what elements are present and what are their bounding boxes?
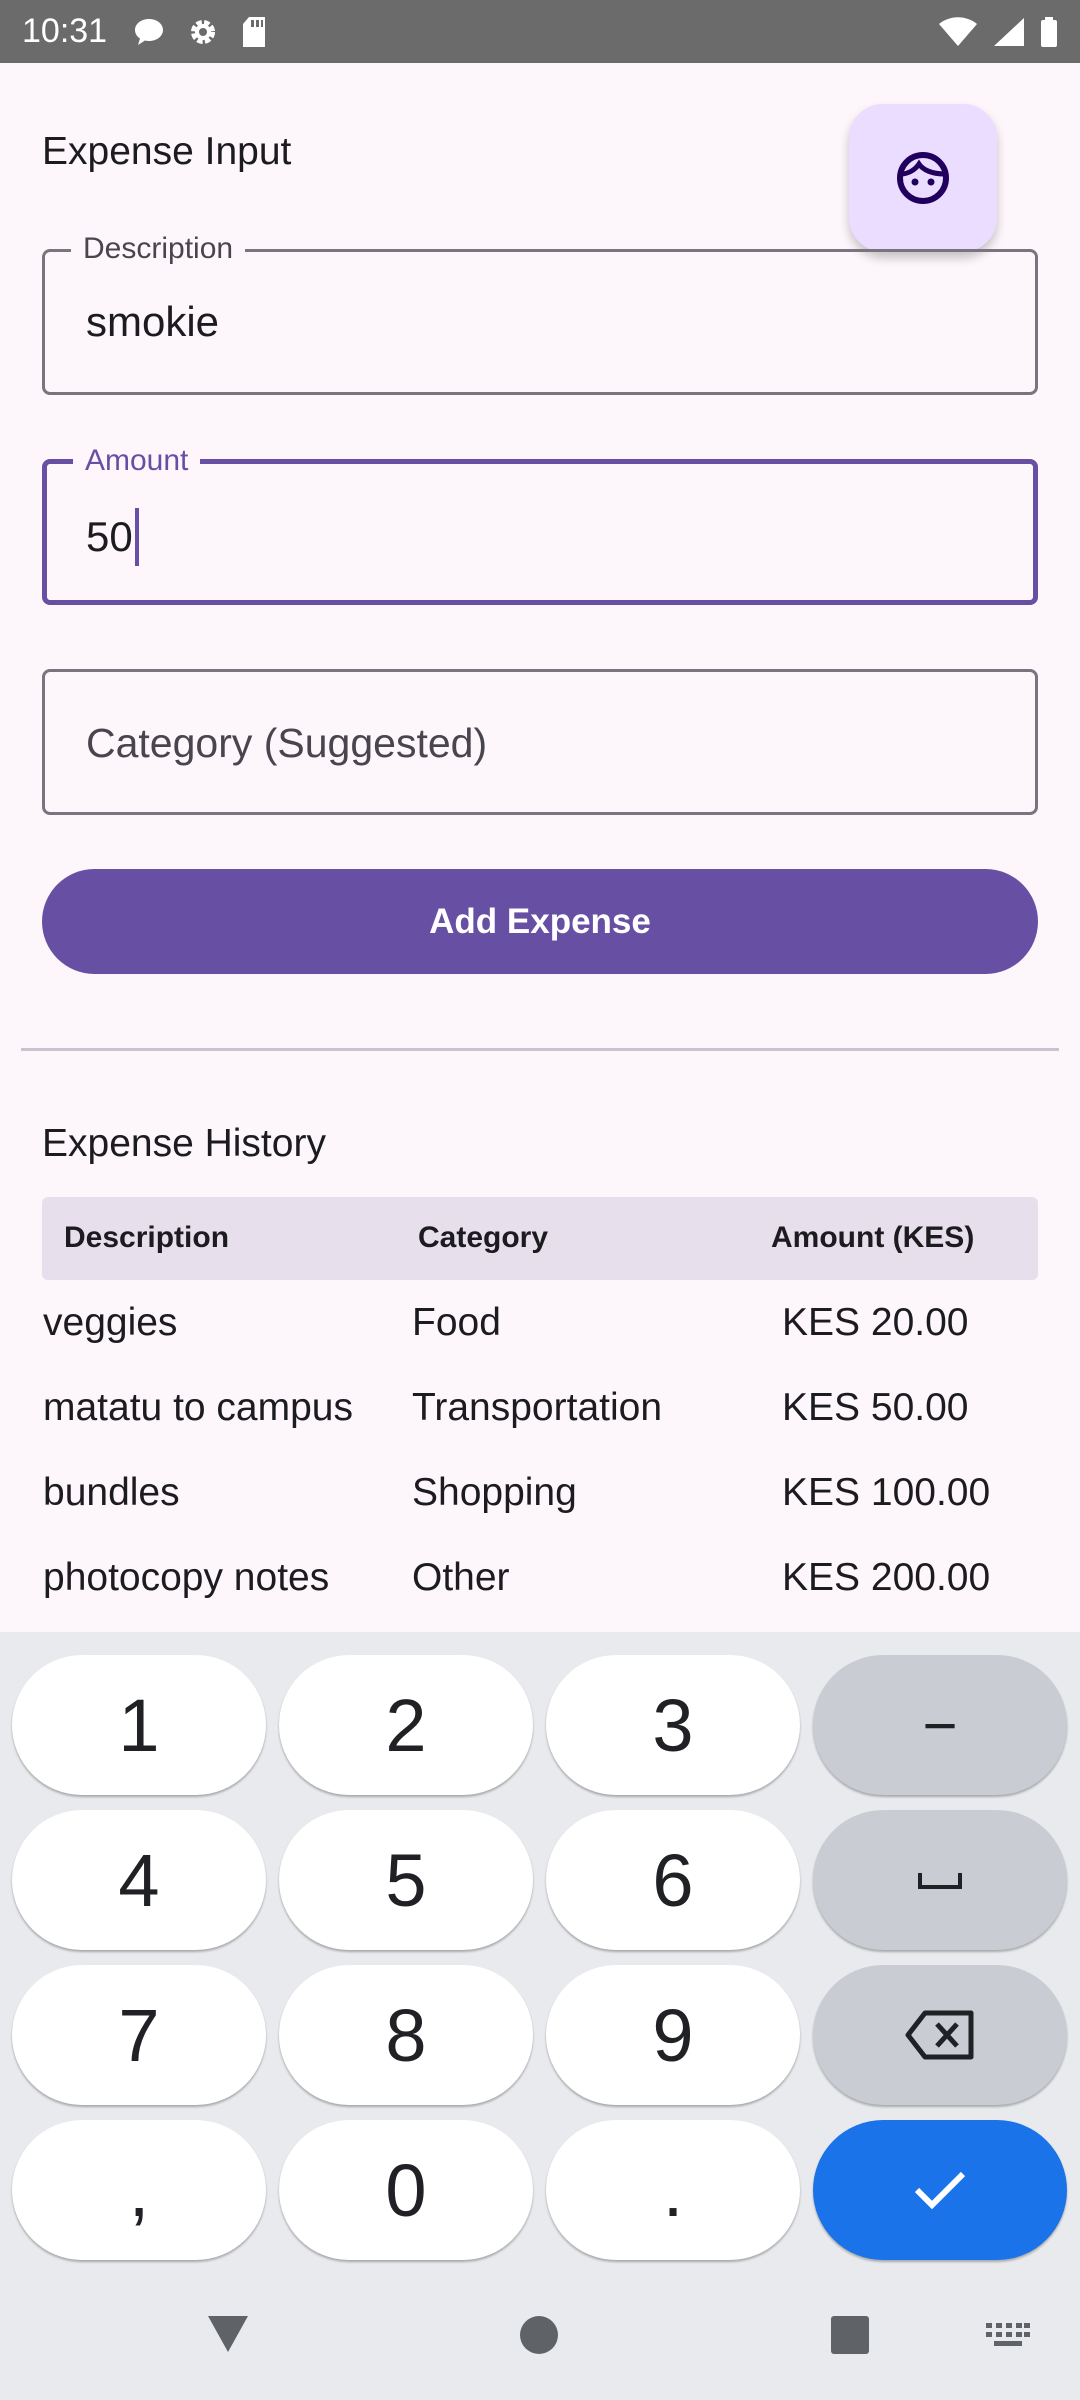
space-icon [918,1873,962,1889]
table-row: matatu to campus Transportation KES 50.0… [0,1366,1080,1451]
key-space[interactable] [813,1810,1067,1950]
backspace-icon [905,2010,974,2060]
row-description: matatu to campus [43,1386,353,1429]
row-amount: KES 20.00 [782,1301,969,1344]
amount-field[interactable]: Amount 50 [42,444,1038,605]
amount-value: 50 [86,513,133,560]
keyboard-icon[interactable] [986,2323,1030,2347]
key-9[interactable]: 9 [546,1965,800,2105]
description-field[interactable]: Description smokie [42,232,1038,395]
table-row: veggies Food KES 20.00 [0,1281,1080,1366]
back-icon[interactable] [206,2314,250,2354]
key-5[interactable]: 5 [279,1810,533,1950]
column-header-description: Description [64,1221,230,1254]
key-comma[interactable]: , [12,2120,266,2260]
battery-icon [1041,16,1057,47]
key-1[interactable]: 1 [12,1655,266,1795]
status-icons-right [938,16,1058,48]
key-6[interactable]: 6 [546,1810,800,1950]
add-expense-button[interactable]: Add Expense [42,869,1038,974]
chat-icon [135,18,164,45]
column-header-category: Category [418,1221,549,1254]
wifi-icon [939,16,977,46]
key-done[interactable] [813,2120,1067,2260]
expense-history-title: Expense History [42,1122,326,1165]
category-field[interactable]: Category (Suggested) [42,669,1038,815]
check-icon [914,2171,966,2210]
column-header-amount: Amount (KES) [771,1221,975,1254]
category-placeholder: Category (Suggested) [86,720,488,766]
signal-icon [994,17,1024,46]
key-8[interactable]: 8 [279,1965,533,2105]
key-2[interactable]: 2 [279,1655,533,1795]
expense-input-title: Expense Input [42,130,292,173]
divider [21,1048,1059,1051]
key-4[interactable]: 4 [12,1810,266,1950]
key-minus[interactable]: − [813,1655,1067,1795]
table-header: Description Category Amount (KES) [42,1197,1038,1280]
home-icon[interactable] [519,2315,559,2355]
row-category: Transportation [412,1386,663,1429]
settings-icon [191,19,216,44]
row-amount: KES 100.00 [782,1471,991,1514]
row-description: bundles [43,1471,180,1514]
key-backspace[interactable] [813,1965,1067,2105]
amount-input[interactable]: 50 [86,508,139,566]
amount-label: Amount [73,444,201,478]
row-description: photocopy notes [43,1556,330,1599]
row-amount: KES 200.00 [782,1556,991,1599]
key-7[interactable]: 7 [12,1965,266,2105]
row-amount: KES 50.00 [782,1386,969,1429]
description-label: Description [71,232,246,266]
status-time: 10:31 [22,12,108,50]
face-icon [897,152,949,204]
sd-card-icon [243,16,266,47]
status-icons-left [133,16,267,48]
row-category: Other [412,1556,510,1599]
key-0[interactable]: 0 [279,2120,533,2260]
description-value: smokie [86,298,220,345]
row-category: Shopping [412,1471,577,1514]
row-description: veggies [43,1301,178,1344]
recents-icon[interactable] [830,2315,870,2355]
key-period[interactable]: . [546,2120,800,2260]
row-category: Food [412,1301,501,1344]
text-cursor [134,508,139,566]
assistant-fab[interactable] [849,104,997,252]
key-3[interactable]: 3 [546,1655,800,1795]
table-row: bundles Shopping KES 100.00 [0,1451,1080,1536]
status-bar: 10:31 [0,0,1080,63]
table-row: photocopy notes Other KES 200.00 [0,1536,1080,1621]
